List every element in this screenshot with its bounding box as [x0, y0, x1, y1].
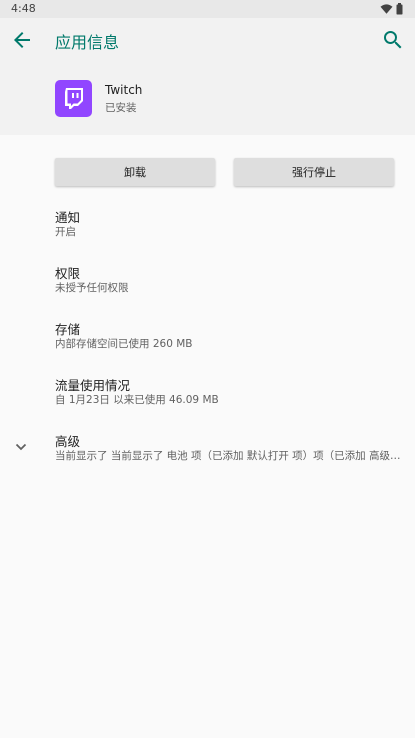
- app-header: Twitch 已安装: [0, 63, 415, 135]
- app-name: Twitch: [105, 83, 143, 97]
- status-icons: [380, 3, 403, 15]
- force-stop-button[interactable]: 强行停止: [234, 158, 394, 186]
- pref-summary: 内部存储空间已使用 260 MB: [55, 338, 193, 350]
- battery-icon: [396, 3, 403, 15]
- arrow-back-icon: [14, 32, 30, 48]
- pref-permissions[interactable]: 权限 未授予任何权限: [0, 263, 415, 315]
- twitch-logo-icon: [55, 80, 92, 117]
- app-bar: 应用信息: [0, 18, 415, 63]
- pref-summary: 未授予任何权限: [55, 282, 129, 294]
- wifi-icon: [380, 4, 393, 14]
- status-bar: 4:48: [0, 0, 415, 18]
- back-button[interactable]: [10, 28, 34, 52]
- search-button[interactable]: [381, 28, 405, 52]
- pref-summary: 开启: [55, 226, 76, 238]
- page-title: 应用信息: [55, 33, 120, 52]
- search-icon: [384, 31, 402, 49]
- status-time: 4:48: [11, 2, 36, 15]
- uninstall-button[interactable]: 卸载: [55, 158, 215, 186]
- app-install-status: 已安装: [105, 102, 137, 114]
- pref-summary: 自 1月23日 以来已使用 46.09 MB: [55, 394, 219, 406]
- pref-notifications[interactable]: 通知 开启: [0, 207, 415, 259]
- pref-data-usage[interactable]: 流量使用情况 自 1月23日 以来已使用 46.09 MB: [0, 375, 415, 427]
- chevron-down-icon: [15, 443, 27, 451]
- pref-summary: 当前显示了 当前显示了 电池 项（已添加 默认打开 项）项（已添加 高级…: [55, 450, 401, 462]
- pref-advanced[interactable]: 高级 当前显示了 当前显示了 电池 项（已添加 默认打开 项）项（已添加 高级…: [0, 431, 415, 483]
- pref-storage[interactable]: 存储 内部存储空间已使用 260 MB: [0, 319, 415, 371]
